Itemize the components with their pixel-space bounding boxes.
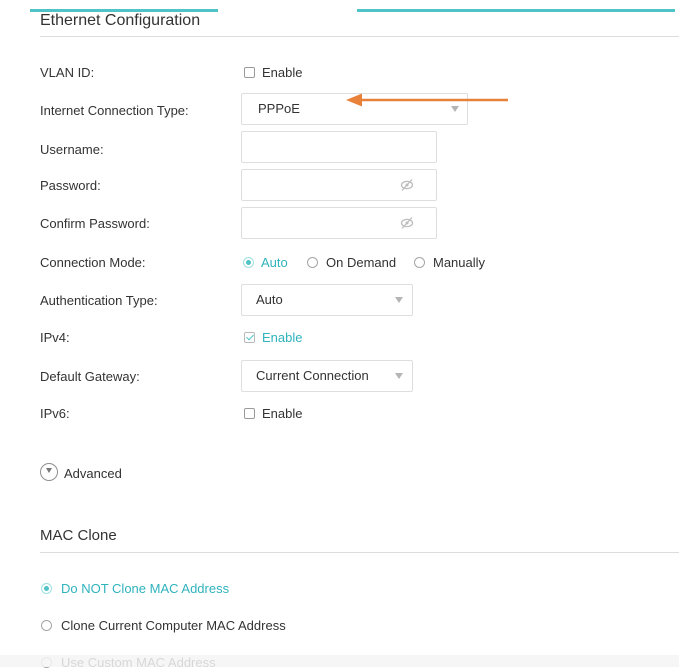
default-gateway-select[interactable]: Current Connection [241,360,413,392]
connection-mode-auto-label[interactable]: Auto [261,255,288,270]
default-gateway-value: Current Connection [256,368,369,383]
connection-mode-manually-radio[interactable] [414,257,425,268]
section-title-ethernet: Ethernet Configuration [40,12,201,29]
vlan-id-label: VLAN ID: [40,65,95,80]
tab-underline-right [357,9,675,12]
connection-mode-on-demand-label[interactable]: On Demand [326,255,396,270]
password-input[interactable] [241,169,437,201]
mac-option-clone-current-label[interactable]: Clone Current Computer MAC Address [61,618,286,633]
password-label: Password: [40,178,101,193]
eye-slash-icon[interactable] [400,217,414,229]
ipv6-label: IPv6: [40,406,70,421]
username-input[interactable] [241,131,437,163]
section-divider [40,36,679,37]
connection-mode-label: Connection Mode: [40,255,146,270]
ipv4-label: IPv4: [40,330,70,345]
confirm-password-label: Confirm Password: [40,216,150,231]
vlan-enable-label[interactable]: Enable [262,65,302,80]
ipv4-enable-checkbox[interactable] [244,332,255,343]
connection-type-label: Internet Connection Type: [40,103,189,118]
mac-option-clone-current-radio[interactable] [41,620,52,631]
annotation-arrow-icon [346,93,508,107]
auth-type-value: Auto [256,292,283,307]
auth-type-label: Authentication Type: [40,293,158,308]
chevron-down-icon [395,297,403,303]
bottom-shade [0,655,679,667]
vlan-enable-checkbox[interactable] [244,67,255,78]
chevron-down-circle-icon[interactable] [40,463,58,481]
username-label: Username: [40,142,104,157]
connection-mode-auto-radio[interactable] [243,257,254,268]
connection-type-value: PPPoE [258,101,300,116]
mac-option-no-clone-label[interactable]: Do NOT Clone MAC Address [61,581,229,596]
connection-mode-manually-label[interactable]: Manually [433,255,485,270]
mac-option-no-clone-radio[interactable] [41,583,52,594]
ipv4-enable-label[interactable]: Enable [262,330,302,345]
advanced-toggle-label[interactable]: Advanced [64,466,122,481]
eye-slash-icon[interactable] [400,179,414,191]
section-title-mac-clone: MAC Clone [40,527,117,544]
section-divider [40,552,679,553]
ipv6-enable-label[interactable]: Enable [262,406,302,421]
chevron-down-icon [395,373,403,379]
connection-mode-on-demand-radio[interactable] [307,257,318,268]
confirm-password-input[interactable] [241,207,437,239]
ipv6-enable-checkbox[interactable] [244,408,255,419]
auth-type-select[interactable]: Auto [241,284,413,316]
default-gateway-label: Default Gateway: [40,369,140,384]
